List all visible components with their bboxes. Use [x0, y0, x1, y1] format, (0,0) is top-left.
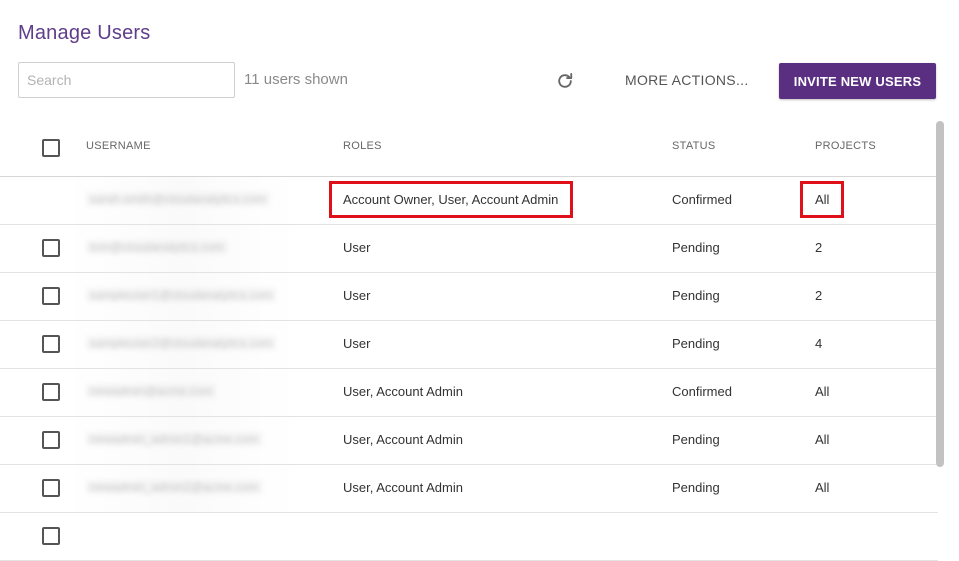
column-header-roles[interactable]: ROLES: [343, 140, 382, 152]
projects-cell: All: [815, 384, 830, 399]
projects-cell: All: [815, 480, 830, 495]
username-cell: sarah.smith@cloudanalytics.com: [86, 192, 270, 206]
username-cell: sampleuser2@cloudanalytics.com: [86, 336, 277, 350]
row-checkbox[interactable]: [42, 527, 60, 545]
username-cell: tom@cloudanalytics.com: [86, 240, 228, 254]
status-cell: Pending: [672, 336, 720, 351]
column-header-status[interactable]: STATUS: [672, 140, 716, 152]
status-cell: Pending: [672, 480, 720, 495]
roles-cell: User: [343, 336, 371, 351]
roles-cell: User: [343, 288, 371, 303]
users-table: USERNAME ROLES STATUS PROJECTS sarah.smi…: [0, 121, 938, 561]
row-checkbox[interactable]: [42, 479, 60, 497]
row-checkbox[interactable]: [42, 383, 60, 401]
projects-cell: 2: [815, 240, 823, 255]
username-cell: newadmin_admin1@acme.com: [86, 432, 263, 446]
roles-cell: User, Account Admin: [343, 384, 463, 399]
page-title: Manage Users: [18, 22, 151, 44]
status-cell: Confirmed: [672, 192, 732, 207]
status-cell: Confirmed: [672, 384, 732, 399]
row-checkbox[interactable]: [42, 335, 60, 353]
table-row[interactable]: [0, 513, 938, 561]
username-cell: newadmin@acme.com: [86, 384, 217, 398]
username-cell: newadmin_admin2@acme.com: [86, 480, 263, 494]
toolbar: 11 users shown MORE ACTIONS... INVITE NE…: [0, 62, 959, 99]
table-row[interactable]: newadmin_admin2@acme.com User, Account A…: [0, 465, 938, 513]
username-cell: sampleuser1@cloudanalytics.com: [86, 288, 277, 302]
refresh-icon: [558, 73, 573, 88]
status-cell: Pending: [672, 432, 720, 447]
column-header-username[interactable]: USERNAME: [86, 140, 151, 152]
more-actions-button[interactable]: MORE ACTIONS...: [625, 72, 749, 88]
table-row[interactable]: sampleuser2@cloudanalytics.com User Pend…: [0, 321, 938, 369]
column-header-projects[interactable]: PROJECTS: [815, 140, 876, 152]
projects-cell: All: [815, 432, 830, 447]
refresh-button[interactable]: [553, 69, 577, 93]
roles-cell: User: [343, 240, 371, 255]
row-checkbox[interactable]: [42, 239, 60, 257]
table-row[interactable]: newadmin_admin1@acme.com User, Account A…: [0, 417, 938, 465]
projects-highlight-box: [800, 181, 844, 218]
row-checkbox[interactable]: [42, 431, 60, 449]
table-row[interactable]: sarah.smith@cloudanalytics.com Account O…: [0, 177, 938, 225]
row-checkbox[interactable]: [42, 287, 60, 305]
status-cell: Pending: [672, 240, 720, 255]
search-input[interactable]: [18, 62, 235, 98]
table-row[interactable]: tom@cloudanalytics.com User Pending 2: [0, 225, 938, 273]
status-cell: Pending: [672, 288, 720, 303]
roles-highlight-box: [329, 181, 573, 218]
projects-cell: 2: [815, 288, 823, 303]
table-header: USERNAME ROLES STATUS PROJECTS: [0, 121, 938, 177]
table-row[interactable]: sampleuser1@cloudanalytics.com User Pend…: [0, 273, 938, 321]
table-row[interactable]: newadmin@acme.com User, Account Admin Co…: [0, 369, 938, 417]
roles-cell: User, Account Admin: [343, 432, 463, 447]
projects-cell: 4: [815, 336, 823, 351]
vertical-scrollbar[interactable]: [936, 121, 944, 467]
select-all-checkbox[interactable]: [42, 139, 60, 157]
invite-new-users-button[interactable]: INVITE NEW USERS: [779, 63, 936, 99]
roles-cell: User, Account Admin: [343, 480, 463, 495]
users-count: 11 users shown: [244, 71, 348, 88]
